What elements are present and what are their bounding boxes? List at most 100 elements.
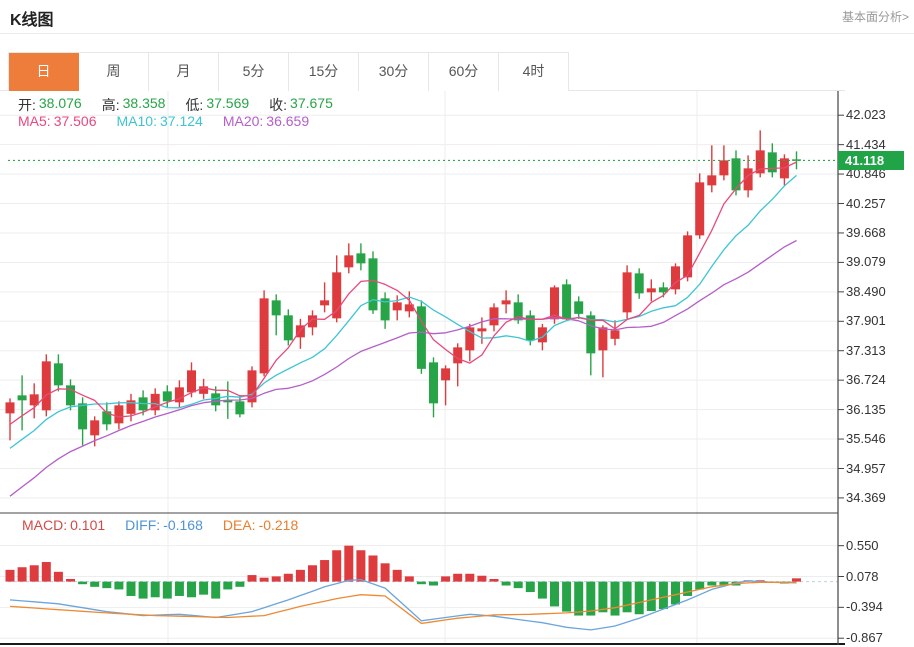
- candle-body: [114, 405, 123, 423]
- info-value: -0.168: [163, 517, 203, 533]
- macd-bar: [175, 582, 184, 596]
- macd-bar: [647, 582, 656, 611]
- candle-body: [502, 300, 511, 304]
- ohlc-info-row: 开:38.076 高:38.358 低:37.569 收:37.675: [18, 95, 333, 115]
- info-segment: 高:38.358: [102, 95, 166, 115]
- macd-bar: [598, 582, 607, 613]
- tab-4时[interactable]: 4时: [499, 53, 569, 91]
- tab-60分[interactable]: 60分: [429, 53, 499, 91]
- candle-body: [320, 300, 329, 305]
- macd-bar: [90, 582, 99, 587]
- macd-bar: [441, 576, 450, 581]
- macd-bar: [284, 574, 293, 582]
- candle-body: [187, 370, 196, 392]
- info-segment: MA5:37.506: [18, 113, 97, 129]
- price-tick-label: 39.668: [846, 225, 886, 240]
- candle-body: [490, 307, 499, 325]
- info-segment: MA10:37.124: [117, 113, 203, 129]
- tab-周[interactable]: 周: [79, 53, 149, 91]
- macd-bar: [526, 582, 535, 592]
- macd-bar: [792, 578, 801, 581]
- fundamental-analysis-link[interactable]: 基本面分析>: [842, 8, 909, 25]
- macd-bar: [393, 570, 402, 582]
- candle-body: [18, 395, 27, 400]
- macd-bar: [477, 576, 486, 582]
- price-tick-label: 38.490: [846, 284, 886, 299]
- macd-bar: [332, 550, 341, 581]
- macd-bar: [538, 582, 547, 599]
- macd-bar: [151, 582, 160, 598]
- candle-body: [54, 363, 63, 385]
- macd-bar: [671, 582, 680, 605]
- info-label: MA20:: [223, 113, 263, 129]
- price-tick-label: 37.901: [846, 313, 886, 328]
- macd-bar: [127, 582, 136, 596]
- info-value: 38.358: [123, 95, 166, 115]
- candle-body: [719, 160, 728, 175]
- interval-tabbar: 日周月5分15分30分60分4时: [8, 52, 569, 90]
- candle-body: [284, 315, 293, 340]
- macd-bar: [211, 582, 220, 599]
- candle-body: [441, 368, 450, 380]
- info-segment: 开:38.076: [18, 95, 82, 115]
- candle-body: [163, 391, 172, 401]
- candle-body: [66, 385, 75, 405]
- info-label: MACD:: [22, 517, 67, 533]
- info-value: 36.659: [266, 113, 309, 129]
- macd-bar: [707, 582, 716, 586]
- candle-body: [90, 420, 99, 435]
- price-tick-label: 36.135: [846, 402, 886, 417]
- candle-body: [465, 327, 474, 350]
- candle-body: [369, 258, 378, 310]
- info-label: 收:: [269, 95, 287, 115]
- info-value: 0.101: [70, 517, 105, 533]
- candle-body: [6, 402, 15, 413]
- info-segment: 低:37.569: [185, 95, 249, 115]
- macd-bar: [66, 579, 75, 582]
- info-segment: MA20:36.659: [223, 113, 309, 129]
- candle-body: [42, 361, 51, 410]
- macd-bar: [260, 578, 269, 582]
- candle-body: [598, 327, 607, 350]
- price-tick-label: 34.957: [846, 461, 886, 476]
- macd-bar: [562, 582, 571, 612]
- candle-body: [635, 273, 644, 293]
- macd-bar: [490, 579, 499, 582]
- macd-bar: [6, 570, 15, 582]
- info-label: 低:: [185, 95, 203, 115]
- macd-tick-label: -0.394: [846, 599, 883, 614]
- macd-info-row: MACD:0.101 DIFF:-0.168 DEA:-0.218: [22, 517, 298, 533]
- tab-5分[interactable]: 5分: [219, 53, 289, 91]
- macd-bar: [235, 582, 244, 587]
- info-segment: DEA:-0.218: [223, 517, 298, 533]
- info-label: DEA:: [223, 517, 256, 533]
- macd-bar: [163, 582, 172, 599]
- macd-bar: [635, 582, 644, 615]
- price-tick-label: 37.313: [846, 343, 886, 358]
- macd-bar: [659, 582, 668, 609]
- tab-15分[interactable]: 15分: [289, 53, 359, 91]
- candle-body: [695, 182, 704, 235]
- macd-bar: [550, 582, 559, 607]
- ma5-line: [10, 162, 797, 424]
- current-price-badge: 41.118: [838, 151, 904, 170]
- tab-月[interactable]: 月: [149, 53, 219, 91]
- tab-日[interactable]: 日: [9, 53, 79, 91]
- candle-body: [78, 403, 87, 429]
- macd-bar: [30, 565, 39, 581]
- candle-body: [260, 298, 269, 373]
- info-segment: DIFF:-0.168: [125, 517, 203, 533]
- candle-body: [477, 328, 486, 331]
- info-label: 高:: [102, 95, 120, 115]
- tab-30分[interactable]: 30分: [359, 53, 429, 91]
- info-value: 37.569: [206, 95, 249, 115]
- info-value: 37.675: [290, 95, 333, 115]
- candle-body: [429, 362, 438, 403]
- macd-bar: [54, 572, 63, 582]
- macd-bar: [369, 555, 378, 581]
- candle-body: [683, 235, 692, 277]
- info-value: 37.506: [54, 113, 97, 129]
- macd-bar: [502, 582, 511, 586]
- macd-bar: [320, 560, 329, 582]
- macd-bar: [199, 582, 208, 595]
